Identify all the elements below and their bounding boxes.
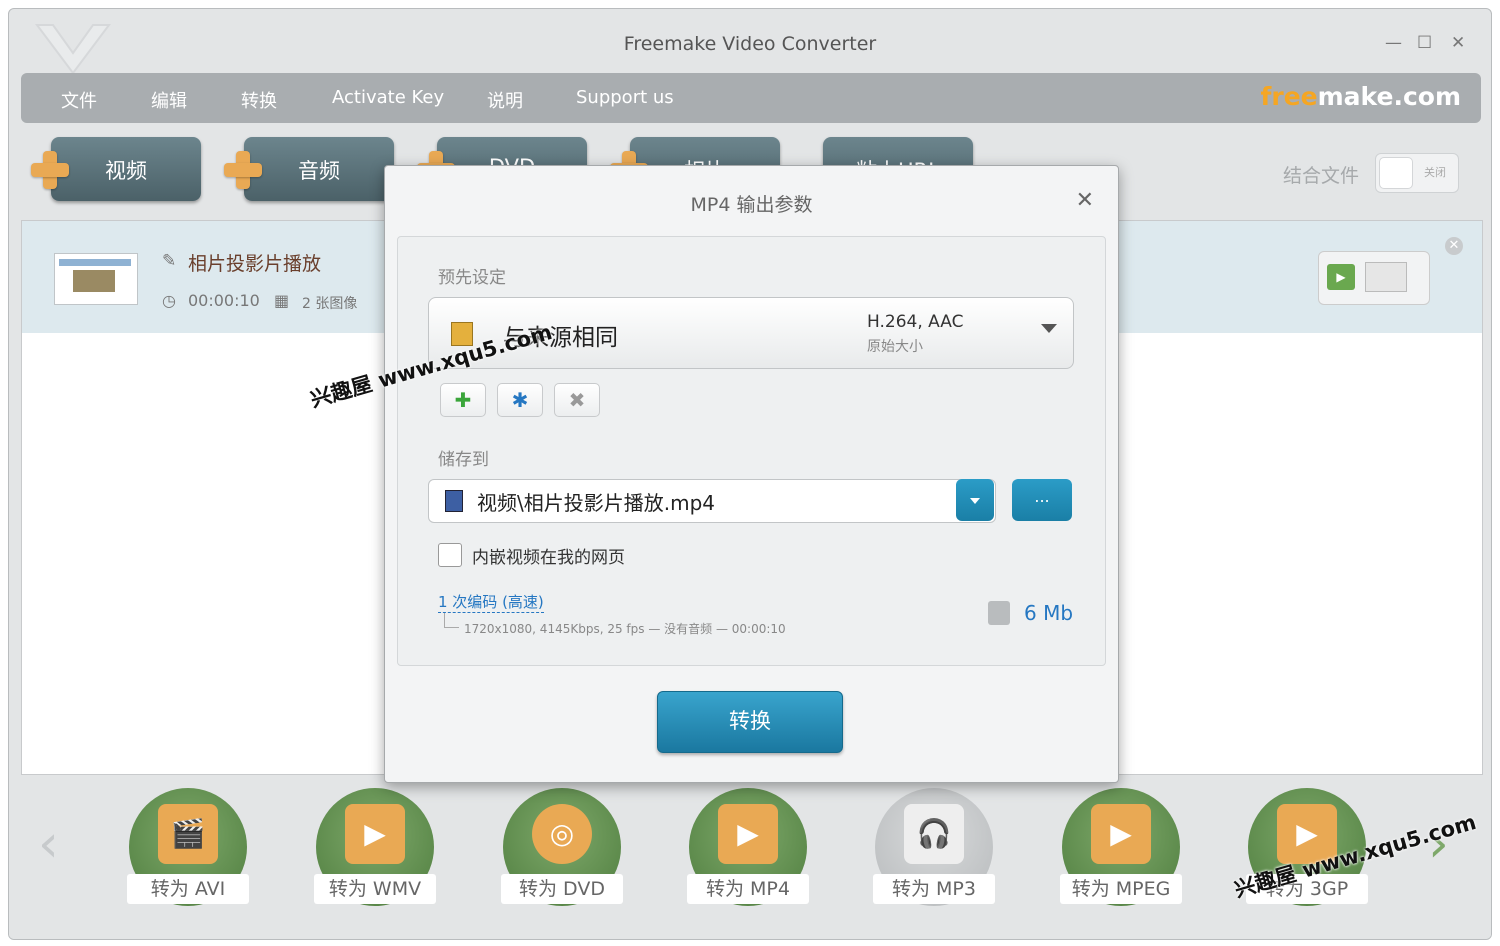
clock-icon: ◷ [162,291,176,310]
edit-preset-button[interactable]: ✱ [497,383,543,417]
tv-icon: ▶ [1091,804,1151,864]
convert-dvd-button[interactable]: ◎ 转为 DVD [501,788,623,906]
dialog-title: MP4 输出参数 [690,194,813,216]
join-files-toggle[interactable]: 关闭 [1375,153,1459,193]
add-preset-button[interactable]: ✚ [440,383,486,417]
menu-support-us[interactable]: Support us [576,87,674,108]
save-path-field[interactable]: 视频\相片投影片播放.mp4 [428,479,996,523]
file-frames: 2 张图像 [302,296,358,312]
add-audio-button[interactable]: 音频 [224,137,394,201]
convert-mp3-button[interactable]: 🎧 转为 MP3 [873,788,995,906]
preset-label: 预先设定 [438,268,506,288]
convert-mp4-button[interactable]: ▶ 转为 MP4 [687,788,809,906]
menu-convert[interactable]: 转换 [241,87,277,113]
menu-file[interactable]: 文件 [61,87,97,113]
windows-media-icon: ▶ [345,804,405,864]
waveform-icon[interactable] [1365,262,1407,292]
convert-wmv-button[interactable]: ▶ 转为 WMV [314,788,436,906]
headphones-icon: 🎧 [904,804,964,864]
prev-arrow-icon[interactable]: ‹ [38,814,59,874]
disc-icon: ◎ [532,804,592,864]
clapper-icon: 🎬 [158,804,218,864]
save-path-text: 视频\相片投影片播放.mp4 [477,491,715,515]
file-duration: 00:00:10 [188,291,260,310]
mp4-output-dialog: MP4 输出参数 ✕ 预先设定 与来源相同 H.264, AAC 原始大小 ✚ … [384,165,1119,783]
chevron-down-icon [1041,324,1057,333]
convert-avi-button[interactable]: 🎬 转为 AVI [127,788,249,906]
embed-video-label[interactable]: 内嵌视频在我的网页 [472,543,625,568]
remove-file-icon[interactable]: ✕ [1445,237,1463,255]
menu-activate-key[interactable]: Activate Key [332,87,444,108]
dialog-close-icon[interactable]: ✕ [1076,188,1094,213]
save-to-label: 储存到 [438,450,489,470]
browse-button[interactable]: ... [1012,479,1072,521]
output-size: 6 Mb [1024,601,1074,625]
close-button[interactable]: ✕ [1451,33,1465,53]
join-files-label: 结合文件 [1283,165,1360,187]
preset-codec: H.264, AAC [867,312,964,332]
encode-mode-link[interactable]: 1 次编码 (高速) [438,591,544,613]
title-bar: Freemake Video Converter — ☐ ✕ [9,9,1491,75]
edit-pencil-icon[interactable]: ✎ [162,251,176,271]
menu-help[interactable]: 说明 [487,87,523,113]
embed-video-checkbox[interactable] [438,543,462,567]
minimize-button[interactable]: — [1385,33,1402,53]
file-name[interactable]: 相片投影片播放 [188,249,321,276]
add-video-button[interactable]: 视频 [31,137,201,201]
file-size-icon [988,601,1010,625]
toggle-knob [1379,157,1413,189]
film-icon: ▦ [274,291,290,310]
convert-button[interactable]: 转换 [657,691,843,753]
row-actions: ▶ [1318,251,1430,305]
encode-detail: 1720x1080, 4145Kbps, 25 fps — 没有音频 — 00:… [464,622,786,636]
save-path-dropdown-button[interactable] [956,479,994,521]
delete-preset-button[interactable]: ✖ [554,383,600,417]
window-title: Freemake Video Converter [623,33,877,55]
video-file-icon [445,490,463,512]
file-thumbnail [54,253,138,305]
menu-bar: 文件 编辑 转换 Activate Key 说明 Support us free… [21,73,1481,123]
play-icon[interactable]: ▶ [1327,264,1355,290]
media-player-icon: ▶ [718,804,778,864]
menu-edit[interactable]: 编辑 [151,87,187,113]
convert-mpeg-button[interactable]: ▶ 转为 MPEG [1060,788,1182,906]
dialog-panel: 预先设定 与来源相同 H.264, AAC 原始大小 ✚ ✱ ✖ 储存到 视频\… [397,236,1106,666]
freemake-brand-link[interactable]: freemake.com [1261,82,1462,111]
maximize-button[interactable]: ☐ [1417,33,1432,53]
preset-size: 原始大小 [867,339,923,355]
